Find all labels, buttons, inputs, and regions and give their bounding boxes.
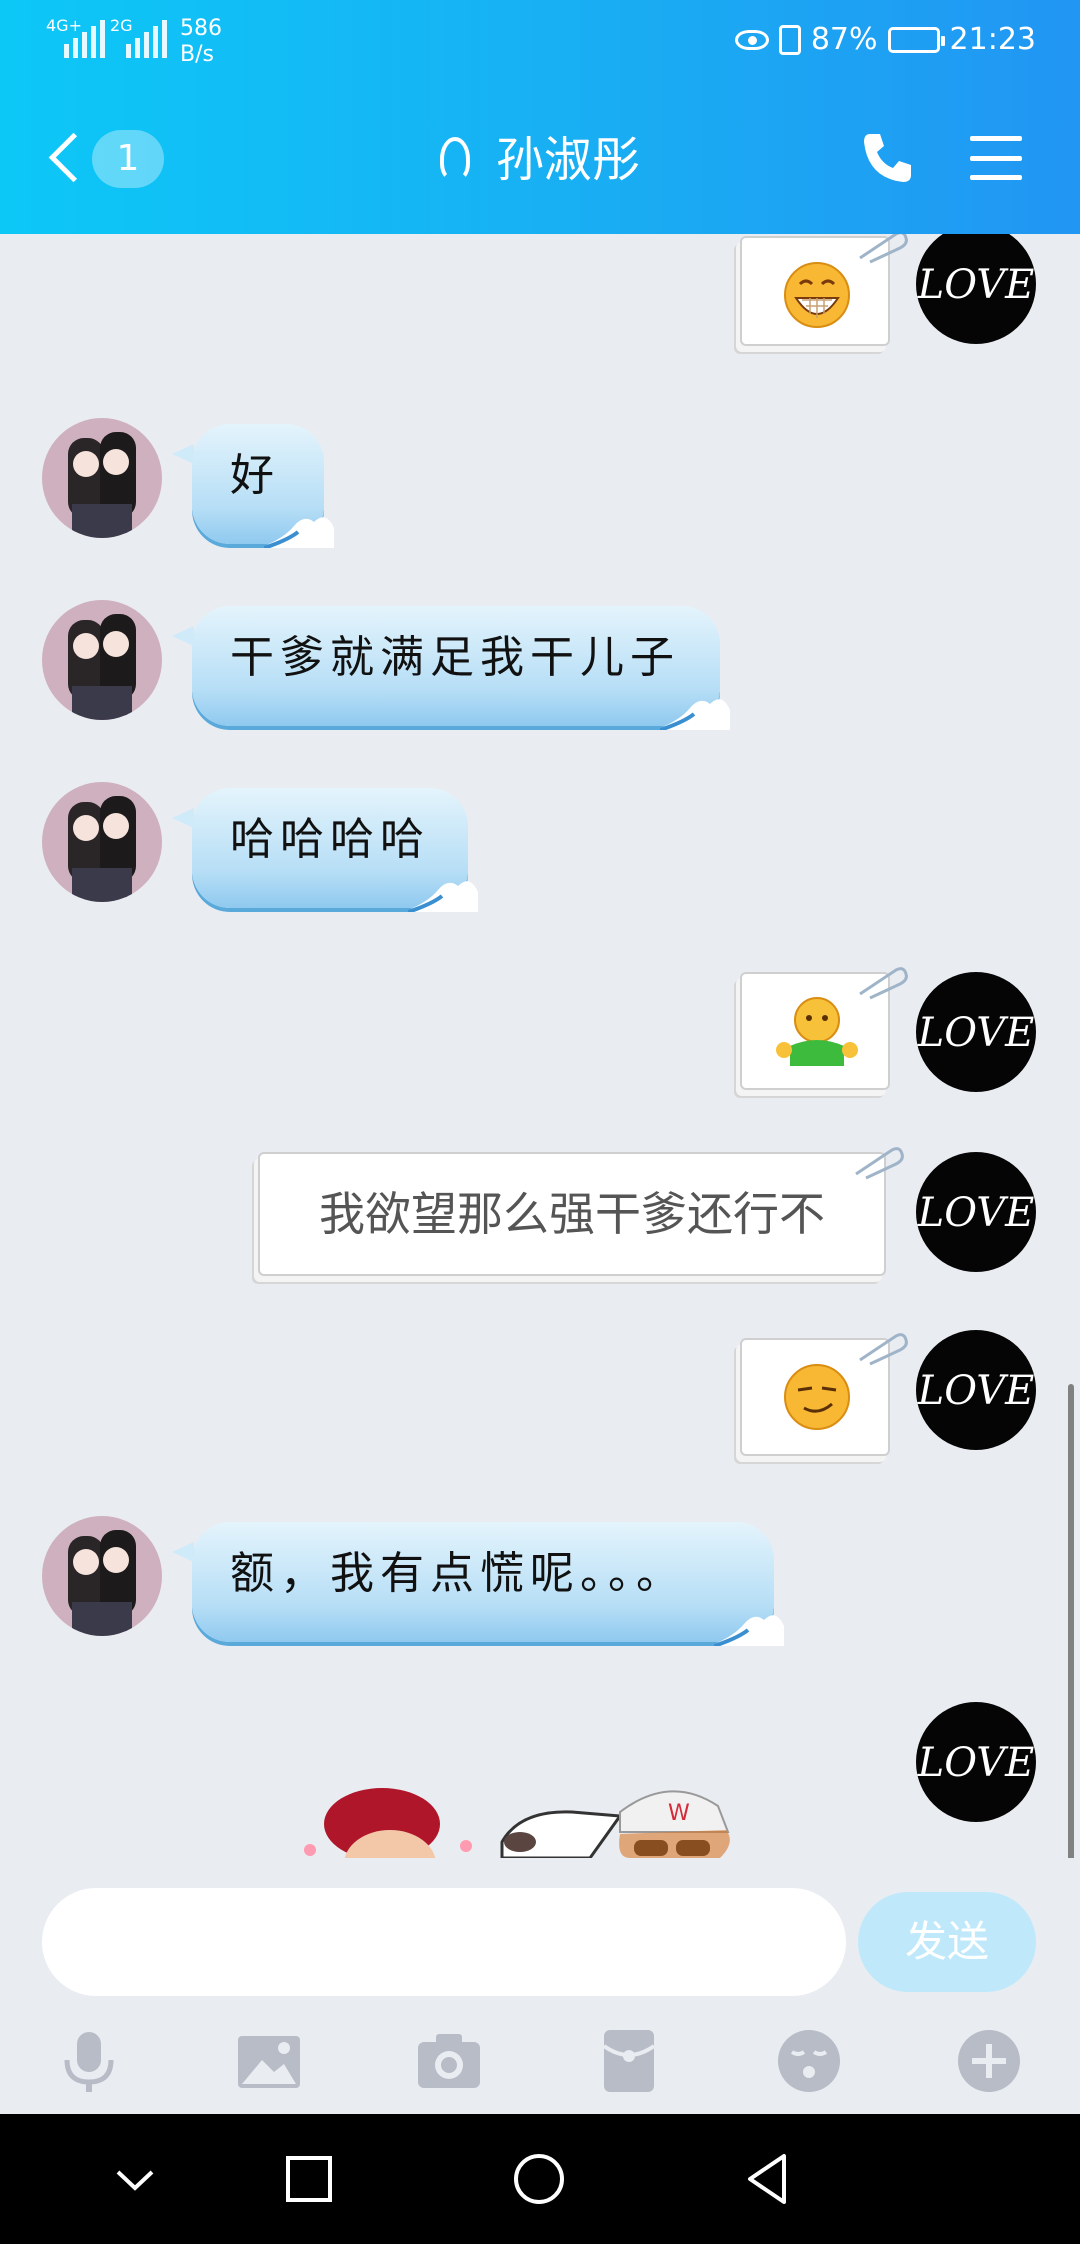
message-incoming[interactable]: 额，我有点慌呢。。。: [42, 1516, 802, 1646]
ear-icon[interactable]: [439, 137, 470, 181]
message-input[interactable]: [42, 1888, 846, 1996]
paperclip-icon: [859, 967, 908, 1000]
message-bubble[interactable]: 额，我有点慌呢。。。: [172, 1522, 784, 1646]
wave-decoration: [408, 881, 478, 912]
chat-area[interactable]: LOVE 好 干爹就满足我干儿子 哈哈哈哈 LOVE 我欲望那么强干爹还行不 L…: [0, 234, 1080, 1858]
chevron-down-icon[interactable]: [100, 2144, 170, 2214]
svg-text:LOVE: LOVE: [917, 262, 1035, 308]
paperclip-icon: [855, 1147, 904, 1180]
message-outgoing-emoji[interactable]: LOVE: [730, 1330, 1036, 1470]
network-type-2: 2G: [110, 16, 133, 35]
network-speed-value: 586: [180, 16, 222, 41]
contact-name: 孙淑彤: [495, 132, 640, 188]
message-incoming[interactable]: 哈哈哈哈: [42, 782, 642, 912]
input-toolbar: [0, 2018, 1080, 2114]
scrollbar[interactable]: [1068, 1384, 1074, 1858]
message-text: 额，我有点慌呢。。。: [230, 1548, 686, 1599]
battery-percent: 87%: [810, 22, 878, 57]
network-speed: 586 B/s: [180, 16, 222, 68]
cartoon-couple-sticker: W: [304, 1788, 730, 1858]
svg-text:LOVE: LOVE: [917, 1368, 1035, 1414]
message-bubble[interactable]: 我欲望那么强干爹还行不: [258, 1147, 904, 1276]
chat-title: 孙淑彤: [0, 122, 1080, 198]
signal-4g-icon: 4G+: [46, 16, 105, 58]
image-icon[interactable]: [234, 2026, 304, 2096]
vibrate-icon: [778, 24, 801, 55]
message-bubble[interactable]: 哈哈哈哈: [172, 788, 478, 912]
recent-apps-icon[interactable]: [274, 2144, 344, 2214]
note-paper: [740, 967, 908, 1090]
message-text: 好: [230, 450, 280, 501]
svg-text:LOVE: LOVE: [917, 1740, 1035, 1786]
hug-emoji: [776, 997, 858, 1066]
svg-text:W: W: [668, 1801, 690, 1826]
back-nav-icon[interactable]: [734, 2144, 804, 2214]
message-incoming[interactable]: 干爹就满足我干儿子: [42, 600, 742, 730]
battery-icon: [887, 26, 945, 53]
chat-header: 1 孙淑彤: [0, 100, 1080, 220]
contact-avatar[interactable]: [42, 600, 162, 720]
message-outgoing[interactable]: 我欲望那么强干爹还行不 LOVE: [250, 1146, 1036, 1296]
contact-avatar[interactable]: [42, 1516, 162, 1636]
network-type-1: 4G+: [46, 16, 82, 35]
system-navigation-bar: [0, 2114, 1080, 2244]
paperclip-icon: [859, 234, 908, 264]
wave-decoration: [264, 517, 334, 548]
note-paper: [740, 1333, 908, 1456]
clock: 21:23: [949, 22, 1036, 57]
contact-avatar[interactable]: [42, 782, 162, 902]
status-bar: 4G+ 2G 586 B/s 87% 21:23: [0, 0, 1080, 84]
message-outgoing-sticker[interactable]: LOVE W: [290, 1702, 1036, 1858]
message-incoming[interactable]: 好: [42, 418, 642, 548]
paperclip-icon: [859, 1333, 908, 1366]
camera-icon[interactable]: [414, 2026, 484, 2096]
send-button[interactable]: 发送: [858, 1892, 1036, 1992]
signal-2g-icon: 2G: [110, 16, 167, 58]
svg-text:LOVE: LOVE: [917, 1190, 1035, 1236]
message-bubble[interactable]: 好: [172, 424, 334, 548]
message-bubble[interactable]: 干爹就满足我干儿子: [172, 606, 730, 730]
menu-icon[interactable]: [970, 136, 1022, 180]
status-icons: 87% 21:23: [734, 22, 1036, 57]
my-avatar[interactable]: LOVE: [916, 1330, 1036, 1450]
my-avatar[interactable]: LOVE: [916, 1702, 1036, 1822]
my-avatar[interactable]: LOVE: [916, 1152, 1036, 1272]
message-text: 哈哈哈哈: [230, 814, 430, 865]
red-packet-icon[interactable]: [594, 2026, 664, 2096]
smirk-face-emoji: [784, 1364, 850, 1430]
eye-comfort-icon: [734, 29, 769, 50]
svg-text:LOVE: LOVE: [917, 1010, 1035, 1056]
phone-icon[interactable]: [856, 128, 916, 188]
message-outgoing-emoji[interactable]: LOVE: [730, 964, 1036, 1104]
emoji-icon[interactable]: [774, 2026, 844, 2096]
top-bar: 4G+ 2G 586 B/s 87% 21:23 1 孙淑彤: [0, 0, 1080, 234]
network-speed-unit: B/s: [180, 42, 214, 67]
contact-avatar[interactable]: [42, 418, 162, 538]
plus-icon[interactable]: [954, 2026, 1024, 2096]
note-paper: [740, 234, 908, 346]
input-bar: 发送: [0, 1858, 1080, 2114]
message-outgoing-emoji[interactable]: LOVE: [730, 234, 1036, 364]
home-icon[interactable]: [504, 2144, 574, 2214]
my-avatar[interactable]: LOVE: [916, 234, 1036, 344]
my-avatar[interactable]: LOVE: [916, 972, 1036, 1092]
message-text: 我欲望那么强干爹还行不: [319, 1187, 825, 1241]
wave-decoration: [660, 699, 730, 730]
grinning-face-emoji: [784, 262, 850, 328]
wave-decoration: [714, 1615, 784, 1646]
message-text: 干爹就满足我干儿子: [230, 632, 680, 683]
microphone-icon[interactable]: [54, 2026, 124, 2096]
